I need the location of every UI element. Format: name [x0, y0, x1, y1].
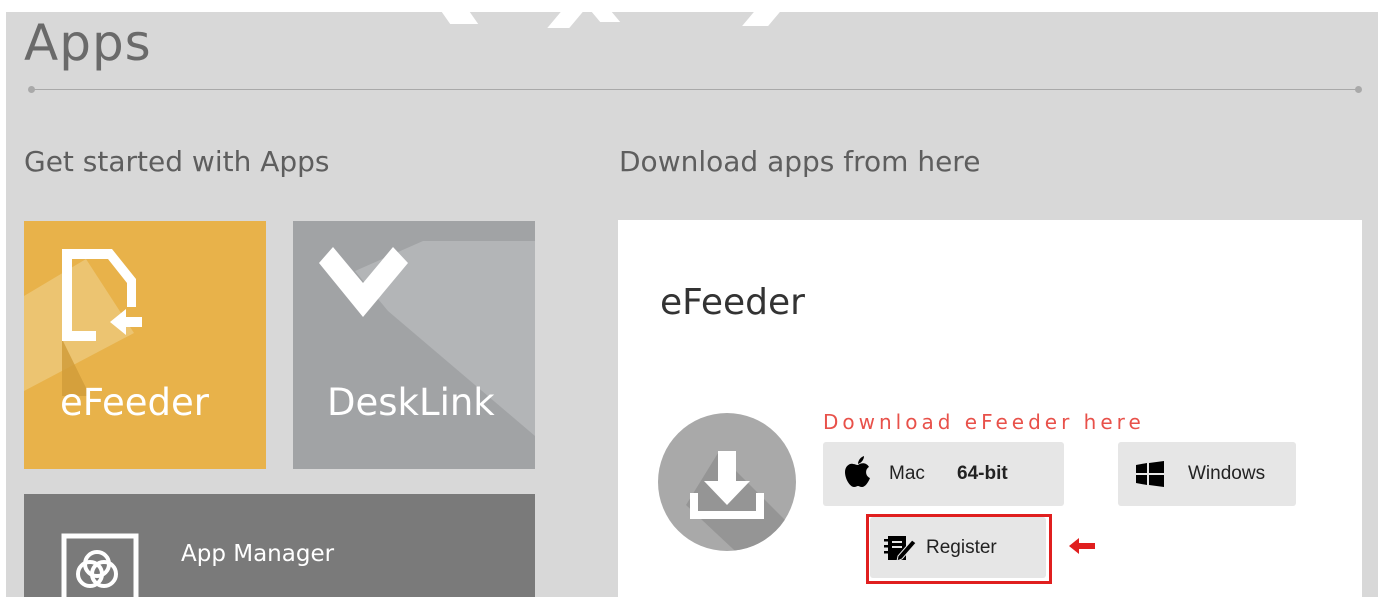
windows-icon	[1136, 461, 1164, 487]
app-manager-icon	[61, 533, 139, 597]
mac-download-button[interactable]: Mac 64-bit	[823, 442, 1064, 506]
tile-desklink[interactable]: DeskLink	[293, 221, 535, 469]
red-arrow-icon	[1069, 538, 1095, 554]
mac-bits-label: 64-bit	[957, 463, 1008, 484]
card-title: eFeeder	[660, 282, 805, 323]
apps-panel: Apps Get started with Apps Download apps…	[6, 12, 1378, 597]
download-heading: Download apps from here	[619, 145, 981, 178]
download-efeeder-label: Download eFeeder here	[823, 410, 1145, 434]
title-divider	[31, 89, 1358, 90]
download-icon	[658, 413, 796, 551]
register-highlight-frame	[866, 514, 1052, 584]
tile-app-manager-label: App Manager	[181, 541, 335, 567]
apple-icon	[845, 456, 870, 487]
desklink-icon	[319, 241, 535, 436]
mac-label: Mac	[889, 463, 925, 484]
tile-efeeder[interactable]: eFeeder	[24, 221, 266, 469]
tile-desklink-label: DeskLink	[327, 381, 495, 424]
get-started-heading: Get started with Apps	[24, 145, 330, 178]
windows-label: Windows	[1188, 463, 1266, 484]
watermark-fragment	[441, 12, 479, 24]
divider-dot	[1355, 86, 1362, 93]
efeeder-icon	[24, 249, 142, 396]
page-title: Apps	[24, 14, 152, 72]
tile-app-manager[interactable]: App Manager	[24, 494, 535, 597]
windows-download-button[interactable]: Windows	[1118, 442, 1296, 506]
watermark-fragment	[591, 12, 621, 22]
watermark-fragment	[742, 12, 780, 26]
watermark-fragment	[547, 12, 583, 28]
tile-efeeder-label: eFeeder	[60, 381, 210, 424]
